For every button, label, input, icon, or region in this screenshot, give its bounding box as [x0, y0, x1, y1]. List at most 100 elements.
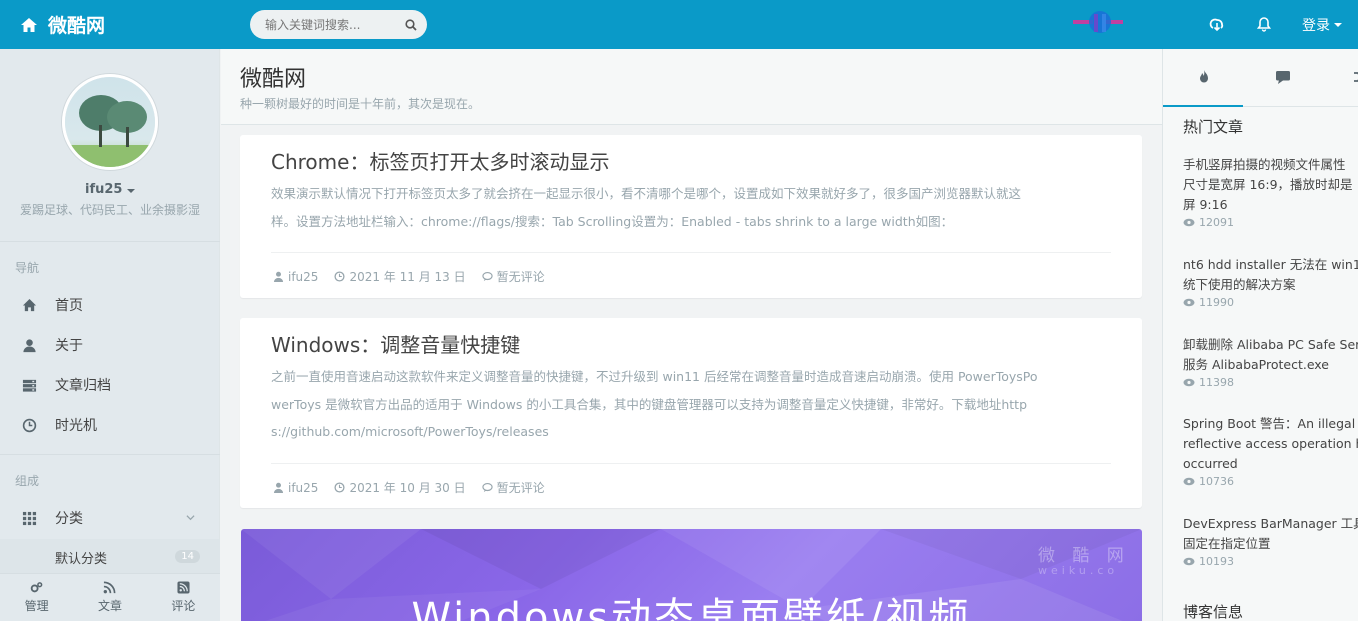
home-icon	[21, 17, 37, 32]
post-card: Windows：调整音量快捷键 之前一直使用音速启动这款软件来定义调整音量的快捷…	[240, 318, 1142, 508]
caret-down-icon	[127, 189, 135, 193]
post-card: Chrome：标签页打开太多时滚动显示 效果演示默认情况下打开标签页太多了就会挤…	[240, 135, 1142, 298]
hot-post-item[interactable]: 手机竖屏拍摄的视频文件属性 尺寸是宽屏 16:9，播放时却是 屏 9:16 12…	[1183, 155, 1358, 229]
hot-post-item[interactable]: DevExpress BarManager 工具栏 固定在指定位置 10193	[1183, 514, 1358, 568]
post-author[interactable]: ifu25	[273, 481, 318, 495]
nav-item-category[interactable]: 分类	[0, 498, 220, 538]
post-excerpt-line: 之前一直使用音速启动这款软件来定义调整音量的快捷键，不过升级到 win11 后经…	[271, 369, 1038, 384]
post-comments[interactable]: 暂无评论	[481, 268, 545, 285]
avatar[interactable]	[62, 74, 158, 170]
user-icon	[273, 271, 284, 282]
nav-item-timemachine[interactable]: 时光机	[0, 405, 220, 445]
nav-item-label: 分类	[55, 511, 83, 527]
watermark-text: 微 酷 网	[1038, 546, 1130, 566]
eye-icon	[1183, 298, 1195, 307]
bottom-nav-posts[interactable]: 文章	[73, 574, 146, 621]
gears-icon	[30, 582, 43, 593]
nav-section-label: 导航	[15, 261, 40, 275]
comment-icon	[481, 482, 493, 493]
hot-post-title-line: reflective access operation has	[1183, 436, 1358, 451]
hot-post-title-line: 卸载删除 Alibaba PC Safe Serv	[1183, 337, 1358, 352]
home-icon	[22, 298, 37, 311]
comment-icon[interactable]	[1275, 69, 1291, 85]
brand-link[interactable]: 微酷网	[20, 0, 105, 49]
grid-icon	[22, 511, 37, 525]
sidebar-item-default-category[interactable]: 默认分类 14	[0, 539, 220, 576]
divider	[0, 241, 220, 242]
nav-item-about[interactable]: 关于	[0, 325, 220, 365]
profile-name[interactable]: ifu25	[0, 182, 220, 197]
login-label: 登录	[1302, 17, 1330, 34]
post-meta: ifu25 2021 年 11 月 13 日 暂无评论	[273, 268, 545, 285]
nav-item-label: 时光机	[55, 418, 97, 434]
divider	[271, 252, 1111, 253]
view-count: 10736	[1183, 475, 1358, 488]
post-comments[interactable]: 暂无评论	[481, 479, 545, 496]
user-icon	[23, 338, 36, 352]
hot-post-title-line: 手机竖屏拍摄的视频文件属性	[1183, 157, 1346, 172]
bottom-nav-label: 管理	[24, 599, 49, 613]
subitem-label: 默认分类	[55, 552, 108, 567]
clock-icon	[334, 271, 345, 282]
post-author[interactable]: ifu25	[273, 270, 318, 284]
hot-post-title-line: 服务 AlibabaProtect.exe	[1183, 357, 1330, 372]
post-thumbnail-banner[interactable]: 微 酷 网 weiku.co Windows动态桌面壁纸/视频	[241, 529, 1142, 621]
divider	[0, 454, 220, 455]
view-count: 11990	[1183, 296, 1358, 309]
post-excerpt: 之前一直使用音速启动这款软件来定义调整音量的快捷键，不过升级到 win11 后经…	[271, 363, 1113, 446]
view-count: 12091	[1183, 216, 1358, 229]
bottom-nav-label: 评论	[171, 599, 196, 613]
view-count: 10193	[1183, 555, 1358, 568]
random-icon[interactable]	[1353, 69, 1358, 85]
post-title[interactable]: Chrome：标签页打开太多时滚动显示	[271, 146, 609, 175]
hot-post-title-line: 统下使用的解决方案	[1183, 277, 1296, 292]
bell-icon[interactable]	[1256, 16, 1272, 32]
active-tab-indicator	[1163, 105, 1243, 107]
profile-description: 爱踢足球、代码民工、业余摄影湿	[19, 203, 200, 217]
post-title[interactable]: Windows：调整音量快捷键	[271, 329, 520, 358]
nav-item-home[interactable]: 首页	[0, 285, 220, 325]
eye-icon	[1183, 378, 1195, 387]
hot-post-item[interactable]: 卸载删除 Alibaba PC Safe Serv 服务 AlibabaProt…	[1183, 335, 1358, 389]
post-date: 2021 年 10 月 30 日	[334, 479, 466, 496]
right-sidebar: 热门文章 手机竖屏拍摄的视频文件属性 尺寸是宽屏 16:9，播放时却是 屏 9:…	[1162, 49, 1358, 621]
nav-item-archive[interactable]: 文章归档	[0, 365, 220, 405]
main-content: 微酷网 种一颗树最好的时间是十年前，其次是现在。 Chrome：标签页打开太多时…	[221, 49, 1162, 621]
post-meta: ifu25 2021 年 10 月 30 日 暂无评论	[273, 479, 545, 496]
post-excerpt: 效果演示默认情况下打开标签页太多了就会挤在一起显示很小，看不清哪个是哪个，设置成…	[271, 180, 1113, 235]
bottom-nav-comments[interactable]: 评论	[147, 574, 220, 621]
watermark-subtext: weiku.co	[1038, 564, 1119, 577]
site-logo-icon	[1073, 11, 1123, 33]
eye-icon	[1183, 218, 1195, 227]
clock-icon	[334, 482, 345, 493]
post-excerpt-line: s://github.com/microsoft/PowerToys/relea…	[271, 424, 549, 439]
post-excerpt-line: 样。设置方法地址栏输入：chrome://flags/搜索：Tab Scroll…	[271, 213, 954, 229]
sidebar-tabs	[1163, 49, 1358, 107]
nav-item-label: 关于	[55, 338, 83, 354]
post-excerpt-line: 效果演示默认情况下打开标签页太多了就会挤在一起显示很小，看不清哪个是哪个，设置成…	[271, 186, 1022, 201]
search-input[interactable]	[265, 17, 395, 32]
user-icon	[273, 482, 284, 493]
rss-square-icon	[177, 581, 190, 594]
login-menu[interactable]: 登录	[1302, 0, 1342, 49]
count-badge: 14	[175, 550, 200, 563]
bottom-nav-manage[interactable]: 管理	[0, 574, 73, 621]
hot-post-title-line: occurred	[1183, 456, 1238, 471]
post-date: 2021 年 11 月 13 日	[334, 268, 466, 285]
clock-icon	[22, 418, 37, 432]
brand-name: 微酷网	[48, 15, 106, 37]
post-excerpt-line: werToys 是微软官方出品的适用于 Windows 的小工具合集，其中的键盘…	[271, 396, 1028, 412]
hot-post-item[interactable]: nt6 hdd installer 无法在 win10 统下使用的解决方案 11…	[1183, 255, 1358, 309]
cloud-download-icon[interactable]	[1209, 16, 1225, 32]
hot-post-title-line: 屏 9:16	[1183, 197, 1228, 212]
group-section-label: 组成	[15, 474, 40, 488]
nav-item-label: 首页	[55, 298, 83, 314]
archive-icon	[22, 379, 37, 392]
search-icon[interactable]	[405, 18, 417, 31]
page-title: 微酷网	[240, 67, 307, 92]
nav-item-label: 文章归档	[55, 378, 111, 394]
avatar-tree-image	[65, 77, 155, 167]
chevron-down-icon	[186, 515, 195, 521]
fire-icon[interactable]	[1196, 69, 1212, 85]
hot-post-item[interactable]: Spring Boot 警告：An illegal reflective acc…	[1183, 414, 1358, 488]
